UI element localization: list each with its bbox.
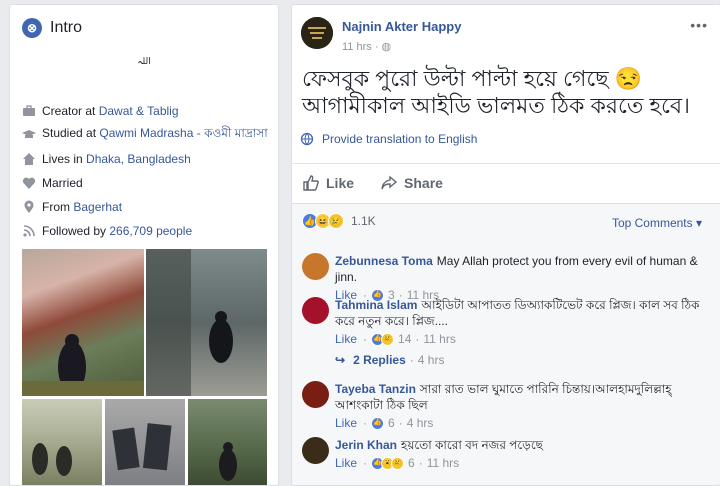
intro-details-list: Creator at Dawat & Tablig Studied at Qaw… xyxy=(22,99,272,243)
post-time-text: 11 hrs xyxy=(342,41,372,53)
education-link[interactable]: Qawmi Madrasha - কওমী মাদ্রাসা xyxy=(99,126,267,140)
commenter-name[interactable]: Jerin Khan xyxy=(335,438,397,452)
thumbs-up-icon xyxy=(303,175,319,191)
post-timestamp[interactable]: 11 hrs · ◍ xyxy=(342,40,391,53)
comment-reactions[interactable]: 👍 😮 😢 xyxy=(371,456,405,470)
share-label: Share xyxy=(404,175,443,191)
post-text: ফেসবুক পুরো উল্টা পাল্টা হয়ে গেছে 😒 আগা… xyxy=(302,66,690,118)
like-button[interactable]: Like xyxy=(302,174,354,192)
comment-reactions[interactable]: 👍 😢 xyxy=(371,332,395,346)
comment-react-count: 6 xyxy=(408,456,415,470)
globe-icon: ⊗ xyxy=(22,18,42,38)
comment-time[interactable]: 11 hrs xyxy=(423,331,455,347)
relationship-text: Married xyxy=(42,176,83,190)
reaction-count: 1.1K xyxy=(351,214,376,228)
comment-text: হয়তো কারো বদ নজর পড়েছে xyxy=(401,438,543,452)
comment-time[interactable]: 4 hrs xyxy=(407,415,434,431)
intro-header: ⊗ Intro xyxy=(22,18,82,38)
intro-row-relationship: Married xyxy=(22,171,272,195)
map-pin-icon xyxy=(24,200,34,213)
comments-section: 👍 😆 😢 1.1K Top Comments ▾ Zebunnesa Toma… xyxy=(292,203,720,485)
intro-row-followers: Followed by 266,709 people xyxy=(22,219,272,243)
view-replies-link[interactable]: ↪ 2 Replies · 4 hrs xyxy=(335,353,444,367)
graduation-cap-icon xyxy=(22,130,36,138)
commenter-name[interactable]: Tayeba Tanzin xyxy=(335,382,416,396)
followers-link[interactable]: 266,709 people xyxy=(109,224,192,238)
intro-title: Intro xyxy=(50,19,83,36)
intro-row-prefix: Creator at xyxy=(42,104,99,118)
globe-privacy-icon: · ◍ xyxy=(374,41,392,53)
translate-link[interactable]: Provide translation to English xyxy=(300,132,477,146)
sad-reaction-icon: 😢 xyxy=(328,213,344,229)
top-comments-dropdown[interactable]: Top Comments ▾ xyxy=(612,216,702,230)
post-card: Najnin Akter Happy 11 hrs · ◍ ••• ফেসবুক… xyxy=(291,4,720,486)
comment-reactions[interactable]: 👍 xyxy=(371,416,385,430)
intro-row-prefix: Lives in xyxy=(42,152,87,166)
share-icon xyxy=(381,175,398,190)
rss-icon xyxy=(23,225,35,237)
replies-label: 2 Replies xyxy=(353,353,406,367)
post-actions-bar: Like Share xyxy=(292,163,720,202)
comment-like-button[interactable]: Like xyxy=(335,331,357,347)
comment-react-count: 14 xyxy=(398,332,412,346)
translate-icon xyxy=(300,132,314,146)
commenter-name[interactable]: Zebunnesa Toma xyxy=(335,254,433,268)
intro-row-from: From Bagerhat xyxy=(22,195,272,219)
comment-like-button[interactable]: Like xyxy=(335,415,357,431)
photo-5[interactable] xyxy=(188,399,267,485)
more-options-icon[interactable]: ••• xyxy=(690,17,708,33)
intro-bio: اللہ xyxy=(137,56,151,66)
commenter-name[interactable]: Tahmina Islam xyxy=(335,298,417,312)
replies-time: 4 hrs xyxy=(417,353,445,367)
commenter-avatar[interactable] xyxy=(302,253,329,280)
like-reaction-icon: 👍 xyxy=(371,416,385,430)
intro-card: ⊗ Intro اللہ Creator at Dawat & Tablig S… xyxy=(9,4,279,486)
translate-label: Provide translation to English xyxy=(322,132,478,146)
sad-reaction-icon: 😢 xyxy=(381,332,395,346)
hometown-link[interactable]: Bagerhat xyxy=(73,200,122,214)
photo-2[interactable] xyxy=(146,249,267,396)
lives-link[interactable]: Dhaka, Bangladesh xyxy=(86,152,191,166)
home-icon xyxy=(23,153,35,165)
sad-reaction-icon: 😢 xyxy=(391,456,405,470)
reply-arrow-icon: ↪ xyxy=(335,353,346,367)
photo-4[interactable] xyxy=(105,399,185,485)
intro-row-prefix: Studied at xyxy=(42,126,100,140)
intro-row-work: Creator at Dawat & Tablig xyxy=(22,99,272,123)
intro-row-lives: Lives in Dhaka, Bangladesh xyxy=(22,147,272,171)
like-label: Like xyxy=(326,175,355,191)
post-author-name[interactable]: Najnin Akter Happy xyxy=(342,19,461,34)
intro-row-prefix: Followed by xyxy=(42,224,110,238)
heart-icon xyxy=(22,177,36,189)
briefcase-icon xyxy=(23,105,35,116)
reactions-summary[interactable]: 👍 😆 😢 1.1K xyxy=(302,213,376,229)
comment-react-count: 6 xyxy=(388,416,395,430)
share-button[interactable]: Share xyxy=(380,174,443,192)
intro-row-prefix: From xyxy=(42,200,74,214)
commenter-avatar[interactable] xyxy=(302,297,329,324)
work-link[interactable]: Dawat & Tablig xyxy=(99,104,179,118)
commenter-avatar[interactable] xyxy=(302,437,329,464)
post-author-avatar[interactable] xyxy=(301,17,333,49)
commenter-avatar[interactable] xyxy=(302,381,329,408)
comment-like-button[interactable]: Like xyxy=(335,455,357,471)
photo-3[interactable] xyxy=(22,399,102,485)
intro-row-education: Studied at Qawmi Madrasha - কওমী মাদ্রাস… xyxy=(22,123,272,147)
comment-time[interactable]: 11 hrs xyxy=(427,455,459,471)
photo-1[interactable] xyxy=(22,249,144,396)
